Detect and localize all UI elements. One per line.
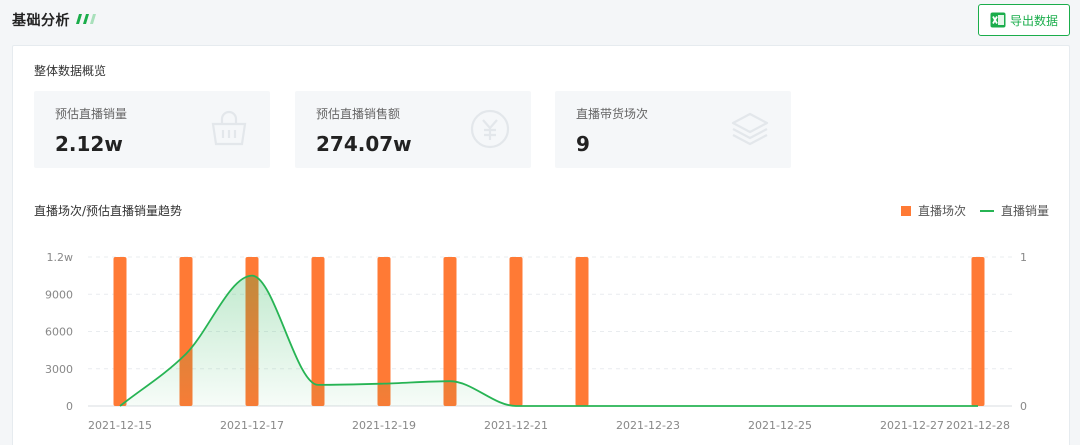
x-tick-label: 2021-12-21 — [484, 419, 548, 432]
x-tick-label: 2021-12-27 — [880, 419, 944, 432]
x-tick-label: 2021-12-17 — [220, 419, 284, 432]
bar-live-sessions — [575, 257, 589, 406]
x-tick-label: 2021-12-25 — [748, 419, 812, 432]
y-left-tick-label: 0 — [66, 400, 73, 413]
y-left-tick-label: 9000 — [45, 288, 73, 301]
bar-live-sessions — [971, 257, 985, 406]
x-tick-label: 2021-12-15 — [88, 419, 152, 432]
x-tick-label: 2021-12-23 — [616, 419, 680, 432]
y-right-tick-label: 0 — [1020, 400, 1027, 413]
x-tick-label: 2021-12-19 — [352, 419, 416, 432]
bar-live-sessions — [509, 257, 523, 406]
sales-area — [120, 275, 978, 406]
y-left-tick-label: 3000 — [45, 363, 73, 376]
bar-live-sessions — [113, 257, 127, 406]
y-left-tick-label: 6000 — [45, 326, 73, 339]
x-tick-label: 2021-12-28 — [946, 419, 1010, 432]
y-left-tick-label: 1.2w — [47, 251, 74, 264]
trend-chart: 0 3000 6000 9000 1.2w 0 1 2021-12-15 2021-12-17 2… — [45, 251, 1027, 432]
y-right-tick-label: 1 — [1020, 251, 1027, 264]
